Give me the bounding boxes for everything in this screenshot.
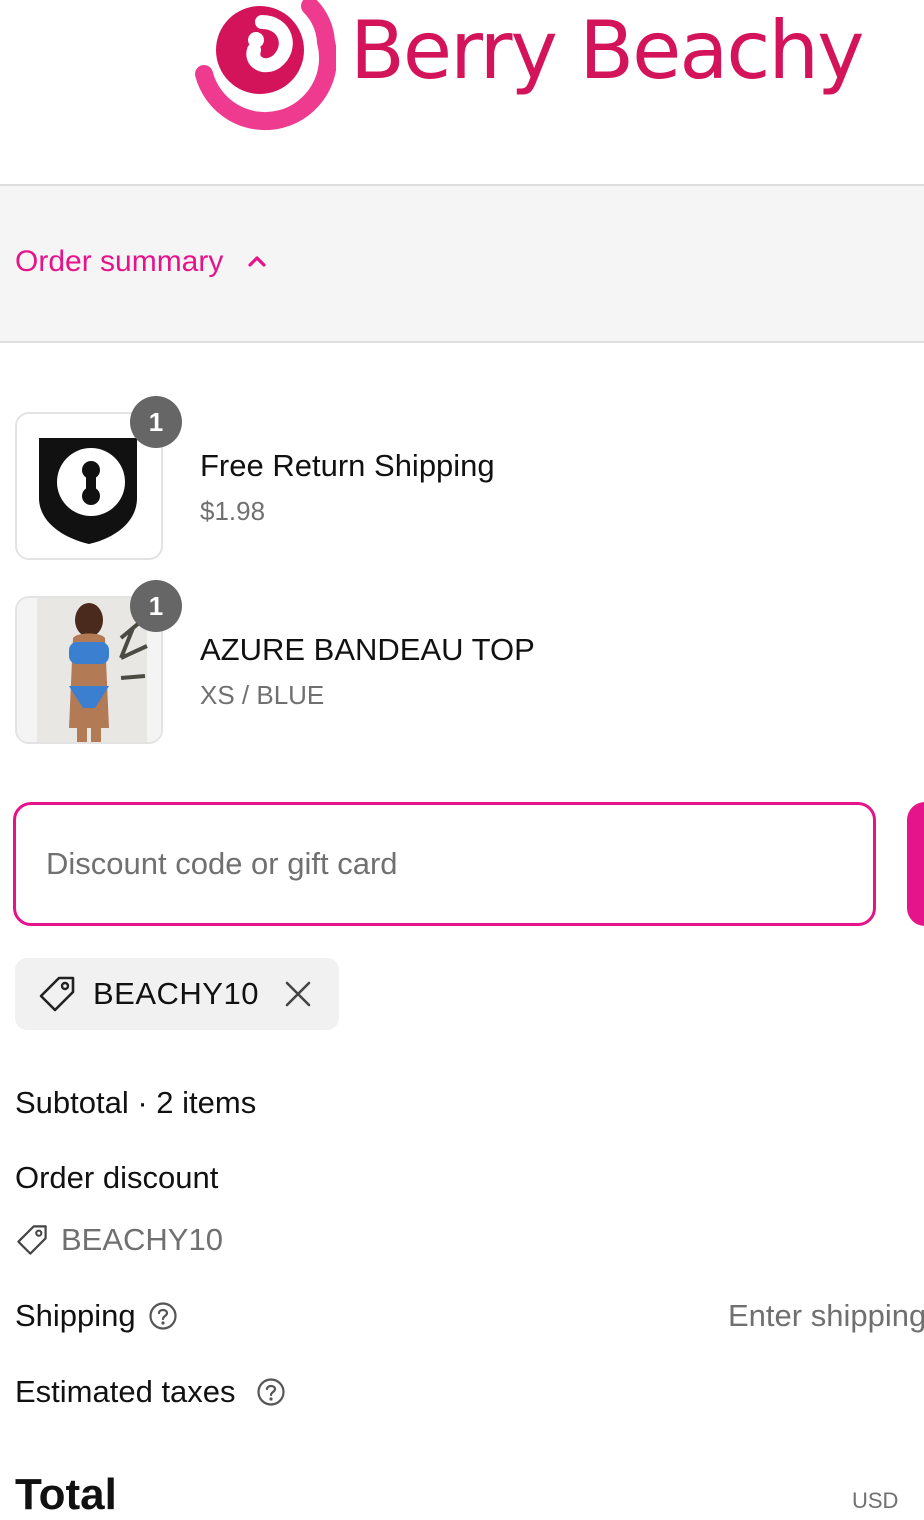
total-label: Total — [15, 1470, 117, 1519]
item-title: AZURE BANDEAU TOP — [200, 632, 535, 667]
discount-code-input[interactable] — [13, 802, 876, 926]
quantity-badge: 1 — [130, 396, 182, 448]
chevron-up-icon — [248, 256, 266, 267]
item-title: Free Return Shipping — [200, 448, 495, 483]
applied-discount-chip: BEACHY10 — [15, 958, 339, 1030]
applied-discount-code: BEACHY10 — [93, 976, 259, 1011]
subtotal-label: Subtotal · 2 items — [15, 1085, 257, 1120]
item-variant: XS / BLUE — [200, 680, 325, 710]
logo-swirl-icon — [195, 0, 336, 130]
close-icon[interactable] — [283, 979, 313, 1009]
quantity-badge: 1 — [130, 580, 182, 632]
order-discount-code-row: BEACHY10 — [15, 1222, 223, 1258]
header: Berry Beachy — [0, 0, 924, 186]
help-circle-icon[interactable] — [148, 1301, 178, 1331]
line-item: 1 AZURE BANDEAU TOP XS / BLUE — [0, 580, 924, 756]
order-discount-label: Order discount — [15, 1160, 219, 1195]
order-summary-label: Order summary — [15, 245, 224, 278]
shipping-label: Shipping — [15, 1298, 136, 1333]
tag-icon — [39, 976, 75, 1012]
shipping-row: Shipping — [15, 1298, 178, 1334]
shipping-value: Enter shipping — [728, 1298, 924, 1333]
help-circle-icon[interactable] — [256, 1377, 286, 1407]
currency-code: USD — [852, 1488, 899, 1513]
item-price: $1.98 — [200, 496, 266, 526]
order-summary-toggle[interactable]: Order summary — [15, 244, 269, 280]
logo-wordmark[interactable]: Berry Beachy — [350, 6, 864, 96]
line-item: 1 Free Return Shipping $1.98 — [0, 396, 924, 572]
taxes-row: Estimated taxes — [15, 1374, 286, 1410]
tag-icon — [17, 1225, 47, 1255]
estimated-taxes-label: Estimated taxes — [15, 1374, 236, 1409]
apply-discount-button[interactable] — [907, 802, 924, 926]
order-discount-code: BEACHY10 — [61, 1222, 223, 1257]
